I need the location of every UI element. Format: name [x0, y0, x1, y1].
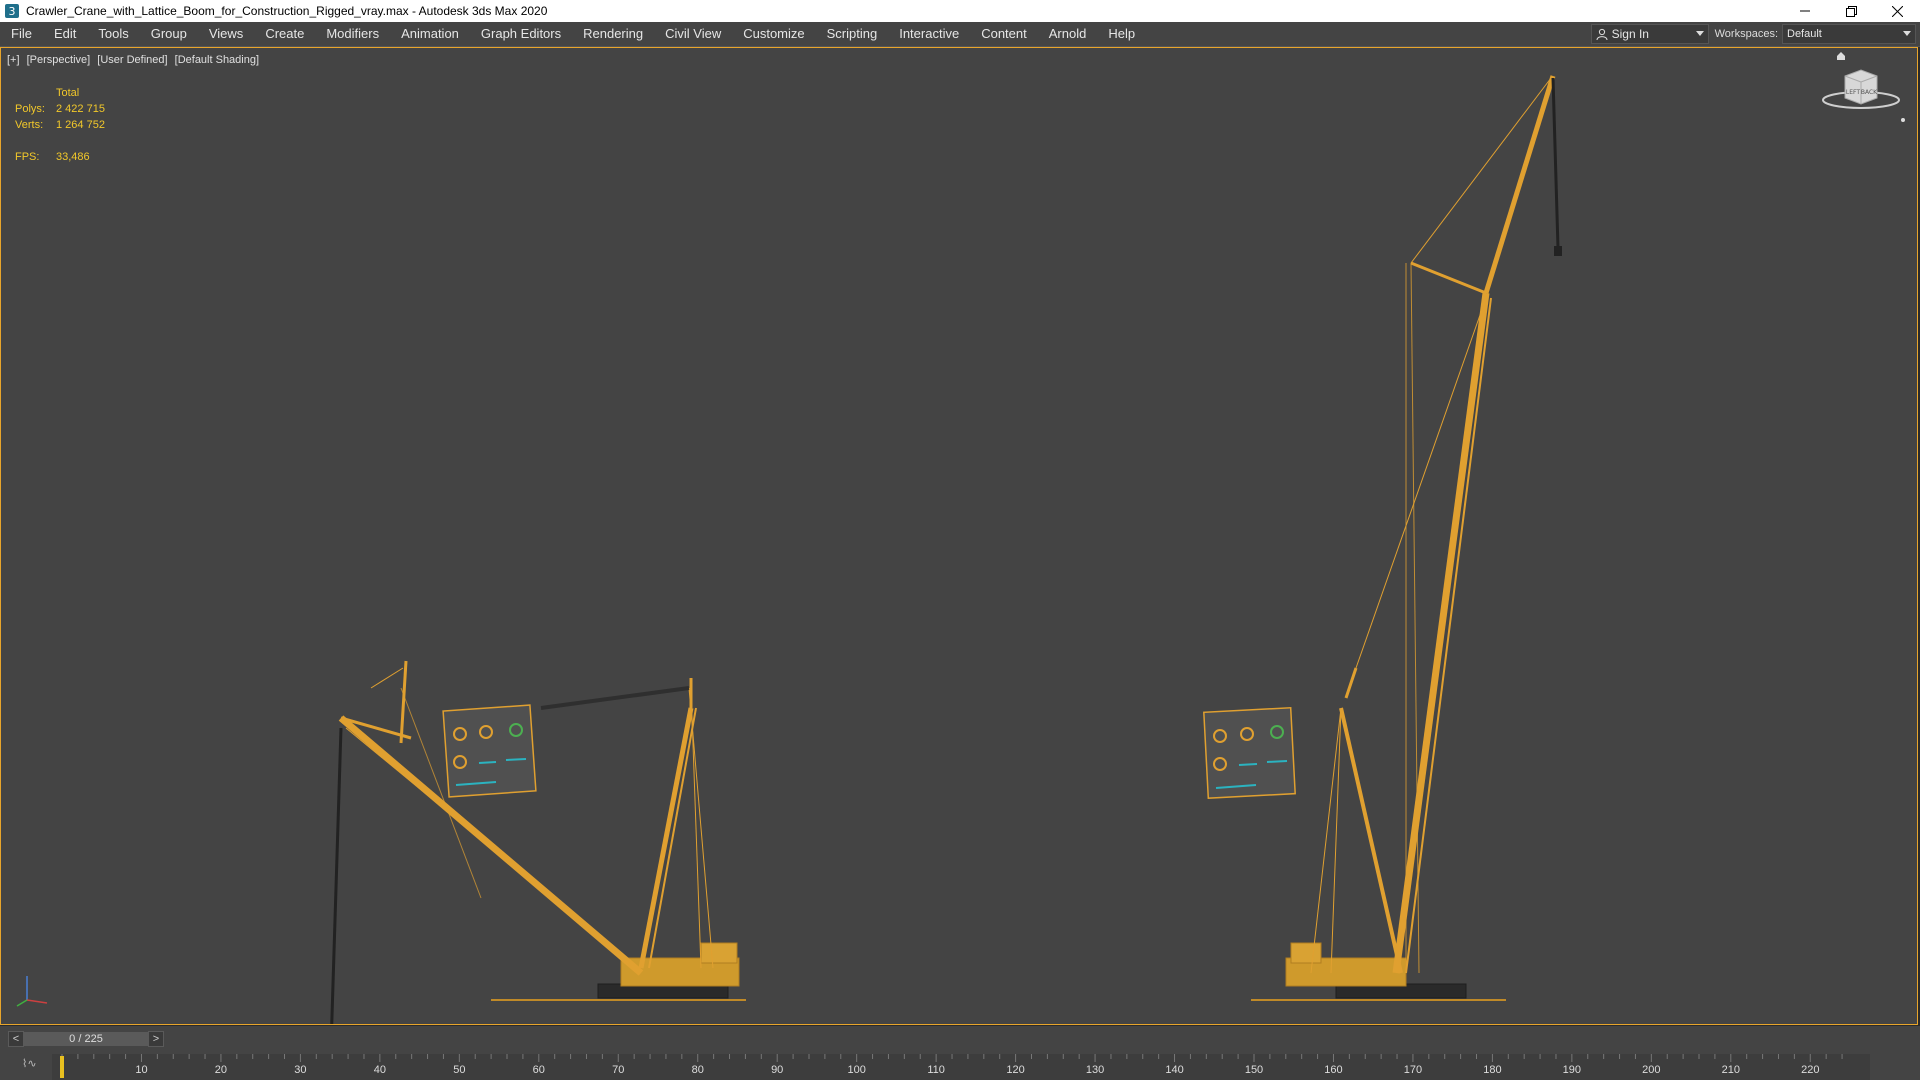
timeline-panel: < 0 / 225 > ⌇∿ 10 20 30 40 50 60 70 80 90 100 110 1… [0, 1026, 1920, 1080]
ruler-label: 130 [1085, 1064, 1105, 1076]
home-icon[interactable] [1837, 52, 1845, 60]
close-icon [1891, 5, 1903, 17]
menu-edit[interactable]: Edit [43, 22, 87, 46]
viewport-render-preset[interactable]: [User Defined] [97, 54, 167, 66]
ruler-label: 80 [691, 1064, 704, 1076]
restore-icon [1845, 5, 1857, 17]
scene-statistics: Total Polys: 2 422 715 Verts: 1 264 752 FP… [15, 85, 105, 165]
menu-scripting[interactable]: Scripting [816, 22, 889, 46]
menu-rendering[interactable]: Rendering [572, 22, 654, 46]
sign-in-dropdown[interactable]: Sign In [1590, 24, 1709, 44]
left-crane-model [330, 660, 746, 1024]
time-slider[interactable]: < 0 / 225 > [8, 1031, 165, 1047]
ruler-label: 110 [927, 1064, 945, 1076]
ruler-label: 170 [1403, 1064, 1423, 1076]
right-crane-model [1251, 75, 1562, 1001]
frame-ruler[interactable] [52, 1054, 1870, 1080]
ruler-label: 210 [1721, 1064, 1740, 1076]
ruler-label: 160 [1324, 1064, 1343, 1076]
chevron-down-icon [1903, 31, 1911, 36]
workspaces-label: Workspaces: [1714, 28, 1778, 40]
fps-label: FPS: [15, 151, 40, 163]
polys-label: Polys: [15, 103, 45, 115]
menu-create[interactable]: Create [254, 22, 315, 46]
menu-modifiers[interactable]: Modifiers [315, 22, 390, 46]
ruler-label: 200 [1642, 1064, 1661, 1076]
polys-value: 2 422 715 [56, 103, 105, 115]
curve-editor-icon[interactable]: ⌇∿ [22, 1057, 37, 1070]
verts-label: Verts: [15, 119, 44, 131]
current-frame-readout[interactable]: 0 / 225 [24, 1032, 148, 1046]
ruler-label: 90 [771, 1064, 784, 1076]
perspective-viewport[interactable]: [+] [Perspective] [User Defined] [Defaul… [0, 47, 1918, 1025]
ruler-label: 50 [453, 1064, 466, 1076]
menu-file[interactable]: File [0, 22, 43, 46]
workspaces-value: Default [1787, 28, 1822, 40]
crane-scene [330, 75, 1562, 1024]
ruler-label: 30 [294, 1064, 307, 1076]
ruler-label: 70 [612, 1064, 625, 1076]
ruler-label: 220 [1801, 1064, 1820, 1076]
viewport-point-of-view[interactable]: [Perspective] [27, 54, 91, 66]
workspaces-select[interactable]: Default [1782, 24, 1916, 44]
close-button[interactable] [1874, 0, 1920, 22]
fps-value: 33,486 [56, 151, 90, 163]
sign-in-label: Sign In [1611, 27, 1649, 41]
next-frame-button[interactable]: > [148, 1031, 164, 1047]
current-frame-marker[interactable] [60, 1056, 64, 1078]
ruler-label: 180 [1483, 1064, 1502, 1076]
viewcube-back-face[interactable]: BACK [1861, 89, 1878, 96]
ruler-label: 10 [135, 1064, 148, 1076]
menu-customize[interactable]: Customize [732, 22, 815, 46]
ruler-label: 140 [1165, 1064, 1184, 1076]
menu-views[interactable]: Views [198, 22, 254, 46]
viewcube-menu-dot[interactable] [1901, 118, 1905, 122]
ruler-label: 20 [214, 1064, 228, 1076]
menu-arnold[interactable]: Arnold [1038, 22, 1098, 46]
menu-help[interactable]: Help [1097, 22, 1146, 46]
window-title: Crawler_Crane_with_Lattice_Boom_for_Cons… [26, 4, 548, 18]
menu-graph-editors[interactable]: Graph Editors [470, 22, 572, 46]
minimize-icon [1800, 10, 1810, 12]
menu-bar: File Edit Tools Group Views Create Modif… [0, 22, 1920, 47]
viewport-shading-mode[interactable]: [Default Shading] [175, 54, 259, 66]
app-logo-icon: 3 [5, 4, 19, 18]
menu-content[interactable]: Content [970, 22, 1038, 46]
axis-tripod [16, 976, 48, 1007]
menu-group[interactable]: Group [140, 22, 198, 46]
left-hud-panel [442, 704, 537, 798]
ruler-label: 40 [373, 1064, 386, 1076]
restore-button[interactable] [1828, 0, 1874, 22]
viewport-label[interactable]: [+] [Perspective] [User Defined] [Defaul… [7, 54, 263, 66]
ruler-label: 120 [1006, 1064, 1025, 1076]
menu-animation[interactable]: Animation [390, 22, 470, 46]
viewcube[interactable]: LEFT BACK [1817, 48, 1907, 128]
minimize-button[interactable] [1782, 0, 1828, 22]
menu-civil-view[interactable]: Civil View [654, 22, 732, 46]
ruler-label: 190 [1562, 1064, 1582, 1076]
menu-tools[interactable]: Tools [87, 22, 139, 46]
previous-frame-button[interactable]: < [8, 1031, 24, 1047]
track-bar[interactable]: ⌇∿ 10 20 30 40 50 60 70 80 90 100 110 120 130 140 150 1… [0, 1054, 1920, 1080]
menu-interactive[interactable]: Interactive [888, 22, 970, 46]
viewport-menu-plus[interactable]: [+] [7, 54, 20, 66]
chevron-down-icon [1695, 31, 1704, 36]
ruler-label: 150 [1244, 1064, 1264, 1076]
viewcube-left-face[interactable]: LEFT [1846, 89, 1860, 96]
title-bar: 3 Crawler_Crane_with_Lattice_Boom_for_Co… [0, 0, 1920, 22]
stats-header: Total [56, 87, 80, 99]
right-hud-panel [1203, 706, 1296, 799]
user-icon [1596, 28, 1608, 40]
ruler-label: 60 [532, 1064, 545, 1076]
ruler-label: 100 [847, 1064, 866, 1076]
verts-value: 1 264 752 [56, 119, 105, 131]
svg-text:3: 3 [9, 5, 16, 18]
